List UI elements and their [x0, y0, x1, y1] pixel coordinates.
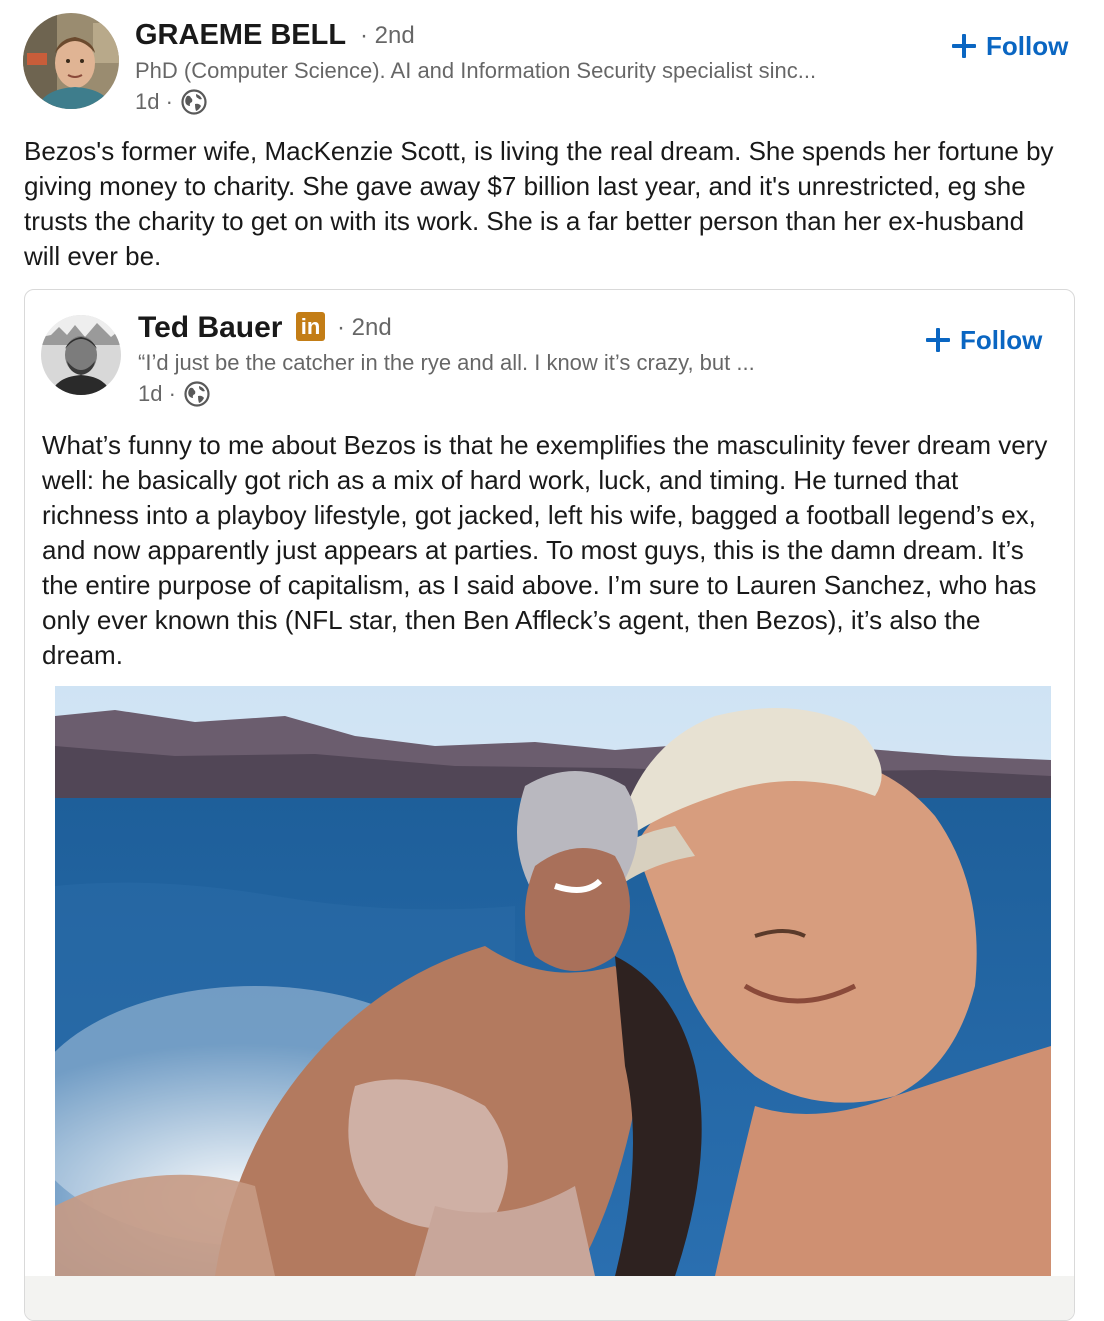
- shared-author-headline: “I’d just be the catcher in the rye and …: [138, 350, 755, 375]
- couple-on-boat-photo: [55, 686, 1051, 1276]
- shared-author-avatar[interactable]: [41, 315, 121, 395]
- author-photo: [23, 13, 119, 109]
- plus-icon: [952, 34, 976, 58]
- shared-follow-button[interactable]: Follow: [926, 324, 1042, 356]
- globe-icon: [181, 89, 207, 115]
- author-headline: PhD (Computer Science). AI and Informati…: [135, 58, 817, 83]
- plus-icon: [926, 328, 950, 352]
- post-image[interactable]: [55, 686, 1051, 1276]
- shared-author-name[interactable]: Ted Bauer: [138, 310, 282, 346]
- post-text: Bezos's former wife, MacKenzie Scott, is…: [24, 136, 1054, 271]
- post-time: 1d ·: [135, 89, 173, 114]
- card-footer: [25, 1276, 1074, 1320]
- shared-connection-degree: · 2nd: [337, 314, 392, 341]
- author-name[interactable]: GRAEME BELL: [135, 18, 346, 52]
- author-avatar[interactable]: [23, 13, 119, 109]
- follow-button[interactable]: Follow: [952, 30, 1068, 62]
- shared-post-meta: 1d ·: [138, 380, 210, 408]
- reshared-post-card[interactable]: Ted Bauer in · 2nd “I’d just be the catc…: [24, 289, 1075, 1321]
- globe-icon: [184, 381, 210, 407]
- connection-degree: · 2nd: [360, 22, 415, 49]
- shared-author-photo: [41, 315, 121, 395]
- shared-post-text: What’s funny to me about Bezos is that h…: [42, 430, 1048, 670]
- linkedin-premium-icon: in: [296, 312, 325, 341]
- shared-post-time: 1d ·: [138, 381, 176, 406]
- feed-post: GRAEME BELL · 2nd PhD (Computer Science)…: [0, 0, 1104, 1321]
- follow-label: Follow: [986, 31, 1069, 61]
- post-meta: 1d ·: [135, 88, 207, 116]
- shared-follow-label: Follow: [960, 325, 1043, 355]
